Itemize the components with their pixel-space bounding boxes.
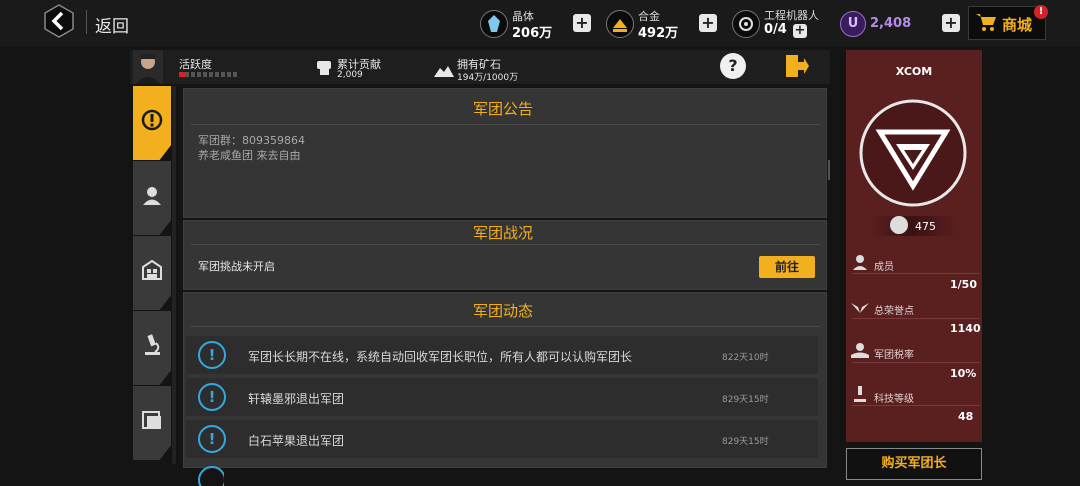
store-icon [141,409,163,431]
premium-currency-value: 2,408 [870,16,912,31]
cart-icon [975,12,997,32]
go-button[interactable]: 前往 [759,256,815,278]
add-currency-button[interactable]: + [942,14,960,32]
news-title: 军团动态 [472,302,533,320]
info-icon: ! [198,341,226,369]
activity-bar [179,72,237,77]
honor-label: 总荣誉点 [874,306,914,317]
alloy-value: 492万 [638,26,679,41]
news-text: 军团长长期不在线，系统自动回收军团长职位，所有人都可以认购军团长 [248,350,633,364]
tab-tech[interactable] [133,311,171,385]
battle-title: 军团战况 [472,224,533,242]
level-icon [890,216,908,234]
robot-icon [732,10,760,38]
tab-members[interactable] [133,161,171,235]
divider [190,326,820,327]
tax-value: 10% [950,367,977,380]
alert-icon [141,109,163,131]
scrollbar[interactable] [828,160,830,180]
info-icon [198,466,224,486]
add-crystal-button[interactable]: + [573,14,591,32]
tab-base[interactable] [133,236,171,310]
legion-level: 475 [915,220,936,233]
robot-label: 工程机器人 [764,9,819,22]
back-arrow-icon [44,4,74,38]
announcement-line-2: 养老咸鱼团 来去自由 [198,149,301,162]
divider [852,405,980,406]
tab-shop[interactable] [133,386,171,460]
legion-name: XCOM [895,65,933,78]
activity-label: 活跃度 [179,58,212,71]
avatar[interactable] [133,50,163,84]
news-text: 轩辕墨邪退出军团 [248,392,345,406]
level-bar [868,216,958,236]
exit-icon [786,55,809,77]
robot-value: 0/4 [764,22,787,37]
divider [190,124,820,125]
tab-info[interactable] [133,86,171,160]
tax-label: 军团税率 [874,350,914,361]
premium-currency-icon: U [840,11,866,37]
news-time: 829天15时 [722,395,769,405]
news-time: 829天15时 [722,437,769,447]
announcement-line-1: 军团群：809359864 [198,134,305,147]
buy-leader-button[interactable]: 购买军团长 [846,448,982,480]
info-icon: ! [198,425,226,453]
divider [86,10,87,34]
shop-label[interactable]: 商城 [1002,14,1032,35]
notification-badge: ! [1034,5,1048,19]
announcement-title: 军团公告 [472,100,533,118]
members-icon [852,254,868,270]
members-value: 1/50 [950,278,977,291]
exit-legion-button[interactable] [784,53,810,79]
microscope-icon [141,334,163,356]
building-icon [141,259,163,281]
divider [852,318,980,319]
info-icon: ! [198,383,226,411]
contribution-value: 2,009 [337,70,363,80]
member-icon [141,184,163,206]
tech-label: 科技等级 [874,394,914,405]
back-label[interactable]: 返回 [95,12,129,37]
add-robot-button[interactable]: + [793,24,807,38]
legion-emblem [858,98,968,208]
add-alloy-button[interactable]: + [699,14,717,32]
emblem-icon [859,99,967,207]
fist-icon [316,58,332,76]
crystal-value: 206万 [512,26,553,41]
battle-status: 军团挑战未开启 [198,260,275,273]
tab-rail [172,86,176,464]
microscope-icon [852,386,868,402]
divider [190,244,820,245]
honor-value: 1140 [950,322,981,335]
news-text: 白石苹果退出军团 [248,434,345,448]
ore-icon [434,62,454,77]
crystal-icon [480,10,508,38]
back-button[interactable] [42,4,76,38]
ore-value: 194万/1000万 [457,73,519,83]
divider [852,273,980,274]
news-time: 822天10时 [722,353,769,363]
divider [852,362,980,363]
help-button[interactable]: ? [720,53,746,79]
members-label: 成员 [874,262,894,273]
alloy-icon [606,10,634,38]
wings-icon [850,300,870,314]
tech-value: 48 [958,410,974,423]
tax-icon [851,342,869,358]
